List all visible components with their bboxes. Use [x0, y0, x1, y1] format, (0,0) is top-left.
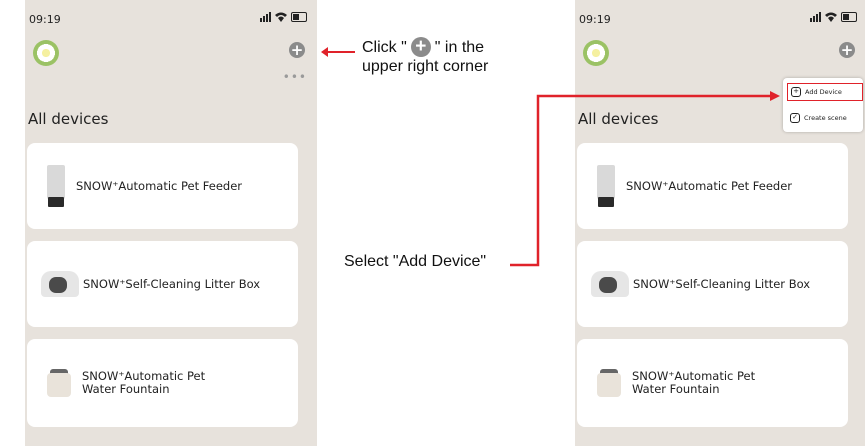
connector-arrow [510, 91, 780, 267]
